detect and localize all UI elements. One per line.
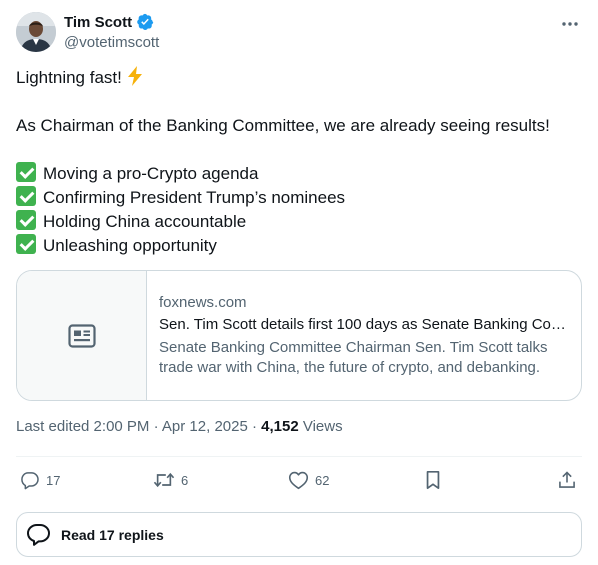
tweet-header: Tim Scott @votetimscott <box>16 12 582 54</box>
repost-icon <box>153 472 175 488</box>
tweet-meta: Last edited 2:00 PM · Apr 12, 2025 · 4,1… <box>16 417 343 437</box>
link-card[interactable]: foxnews.com Sen. Tim Scott details first… <box>16 270 582 401</box>
reply-count: 17 <box>46 472 61 488</box>
read-replies-label: Read 17 replies <box>61 526 164 543</box>
share-button[interactable] <box>557 468 577 492</box>
repost-button[interactable]: 6 <box>153 468 188 492</box>
like-count: 62 <box>315 472 330 488</box>
repost-count: 6 <box>181 472 189 488</box>
card-title: Sen. Tim Scott details first 100 days as… <box>159 316 571 333</box>
share-icon <box>559 471 575 488</box>
read-replies-button[interactable]: Read 17 replies <box>16 512 582 557</box>
reply-button[interactable]: 17 <box>20 468 60 492</box>
card-thumbnail[interactable] <box>17 271 147 400</box>
action-bar: 17 6 62 <box>16 468 582 492</box>
heart-icon <box>288 471 309 490</box>
article-icon <box>67 323 96 348</box>
reply-icon <box>21 472 39 490</box>
views-label: Views <box>298 418 343 435</box>
tweet-text: Lightning fast! As Chairman of the Banki… <box>16 66 582 258</box>
card-description: Senate Banking Committee Chairman Sen. T… <box>159 339 548 376</box>
bookmark-button[interactable] <box>424 468 442 492</box>
views-count: 4,152 <box>261 418 299 435</box>
lightning-icon <box>126 66 144 93</box>
card-domain: foxnews.com <box>159 294 247 311</box>
check-mark-icon <box>16 234 36 254</box>
tweet-line: Confirming President Trump’s nominees <box>43 188 346 207</box>
tweet-line: Holding China accountable <box>43 212 247 231</box>
timestamp[interactable]: Last edited 2:00 PM · Apr 12, 2025 · <box>16 418 261 435</box>
check-mark-icon <box>16 186 36 206</box>
verified-badge-icon[interactable] <box>136 13 154 31</box>
conversation-icon <box>27 523 50 546</box>
more-options-icon[interactable] <box>558 14 582 34</box>
tweet-line: Lightning fast! <box>16 68 122 87</box>
like-button[interactable]: 62 <box>288 468 329 492</box>
author-name[interactable]: Tim Scott <box>64 14 132 31</box>
tweet-line: As Chairman of the Banking Committee, we… <box>16 116 550 135</box>
divider <box>16 456 582 457</box>
tweet-line: Moving a pro-Crypto agenda <box>43 164 259 183</box>
author-handle[interactable]: @votetimscott <box>64 33 159 53</box>
tweet-line: Unleashing opportunity <box>43 236 217 255</box>
bookmark-icon <box>426 470 440 490</box>
check-mark-icon <box>16 162 36 182</box>
avatar[interactable] <box>16 12 56 52</box>
check-mark-icon <box>16 210 36 230</box>
